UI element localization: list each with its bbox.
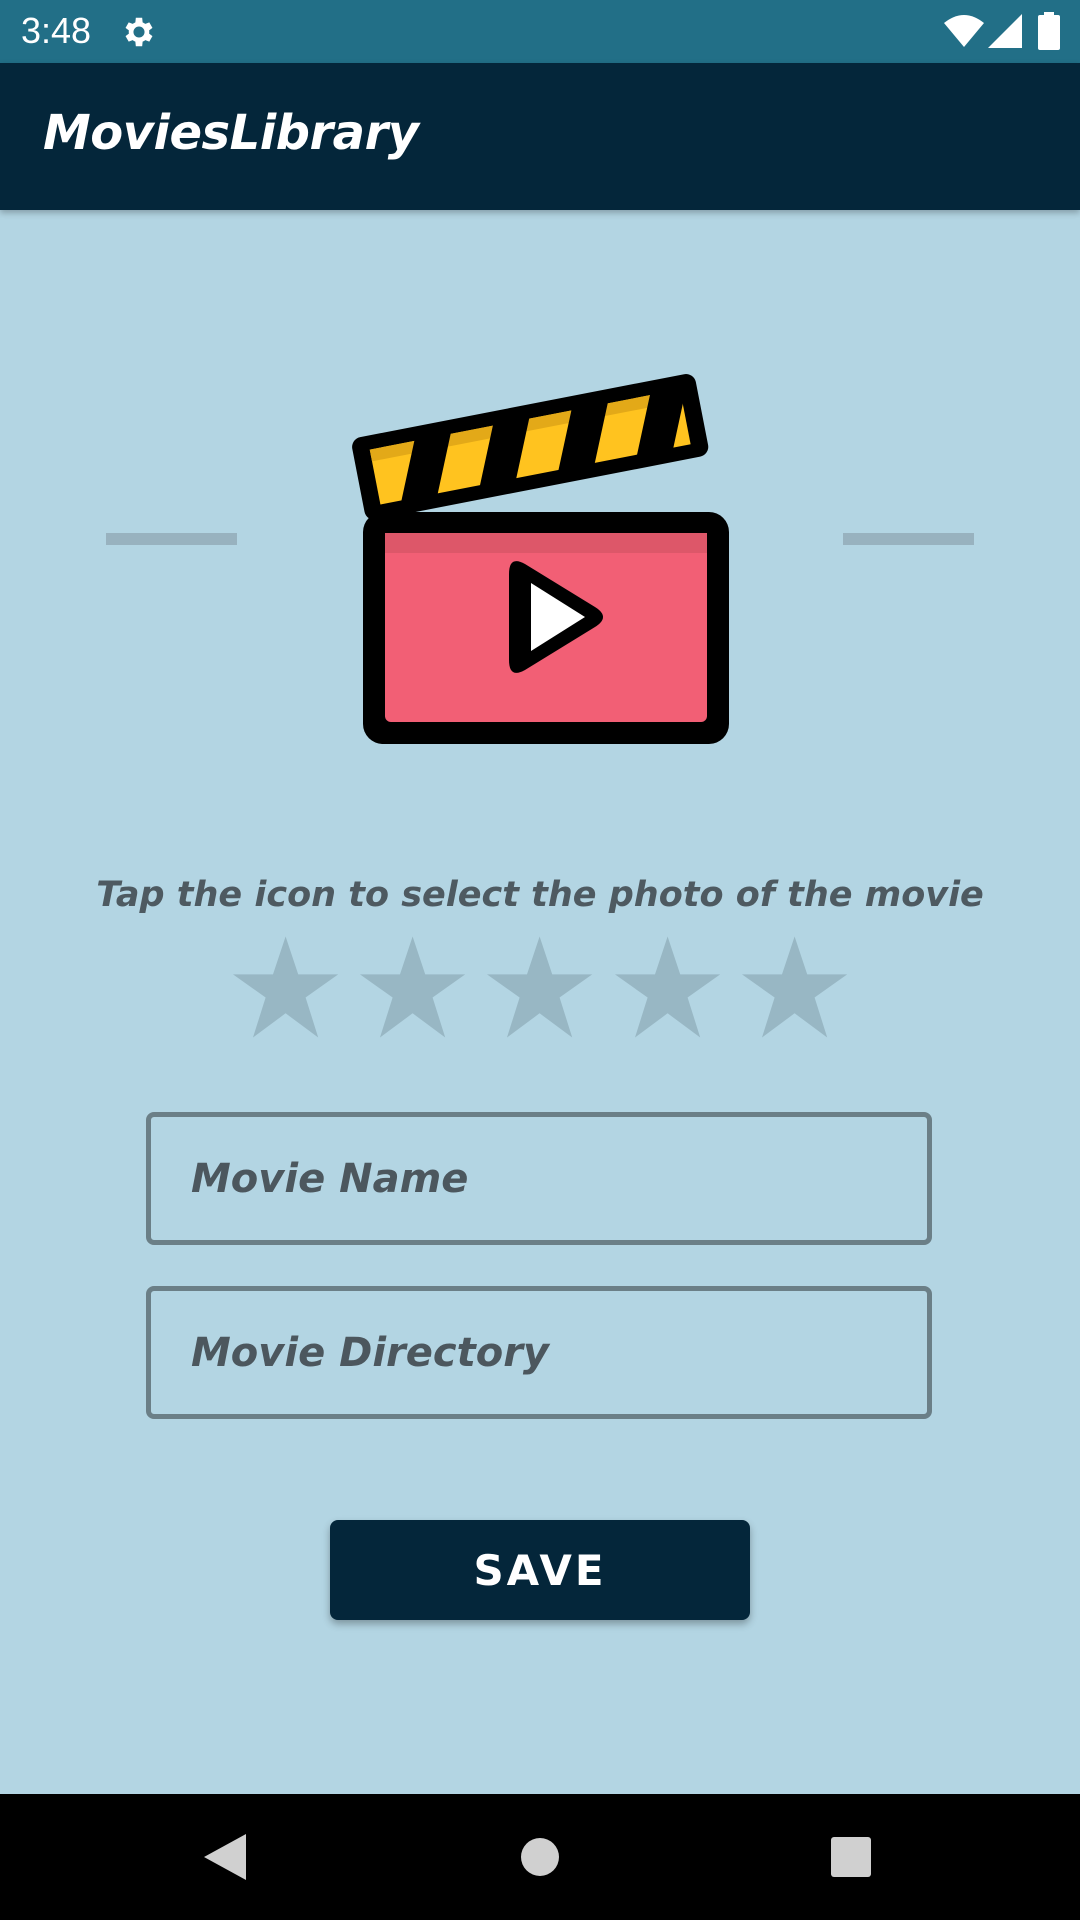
gear-icon — [125, 17, 153, 47]
photo-hint-text: Tap the icon to select the photo of the … — [96, 875, 984, 915]
back-icon[interactable] — [204, 1834, 246, 1880]
save-button-label: SAVE — [473, 1545, 607, 1595]
star-2-icon[interactable] — [360, 935, 466, 1039]
clapperboard-play-icon[interactable] — [345, 355, 735, 755]
status-time: 3:48 — [21, 10, 92, 51]
movie-director-input[interactable]: Movie Directory — [146, 1286, 932, 1419]
star-1-icon[interactable] — [233, 935, 339, 1039]
battery-icon — [1038, 12, 1060, 50]
app-bar: MoviesLibrary — [0, 63, 1080, 210]
home-icon[interactable] — [520, 1837, 560, 1877]
movie-director-placeholder: Movie Directory — [191, 1329, 550, 1376]
star-4-icon[interactable] — [614, 935, 720, 1039]
left-divider-line — [106, 533, 237, 545]
signal-icon — [988, 14, 1022, 48]
star-3-icon[interactable] — [487, 935, 593, 1039]
status-bar: 3:48 — [0, 0, 1080, 63]
rating-bar[interactable] — [233, 935, 848, 1043]
right-divider-line — [843, 533, 974, 545]
recents-icon[interactable] — [831, 1837, 871, 1877]
save-button[interactable]: SAVE — [330, 1520, 750, 1620]
screen: 3:48 MoviesLibrary Tap the icon to selec… — [0, 0, 1080, 1920]
app-title: MoviesLibrary — [43, 105, 419, 161]
wifi-icon — [944, 15, 984, 47]
movie-name-input[interactable]: Movie Name — [146, 1112, 932, 1245]
star-5-icon[interactable] — [741, 935, 848, 1039]
movie-name-placeholder: Movie Name — [191, 1155, 469, 1202]
